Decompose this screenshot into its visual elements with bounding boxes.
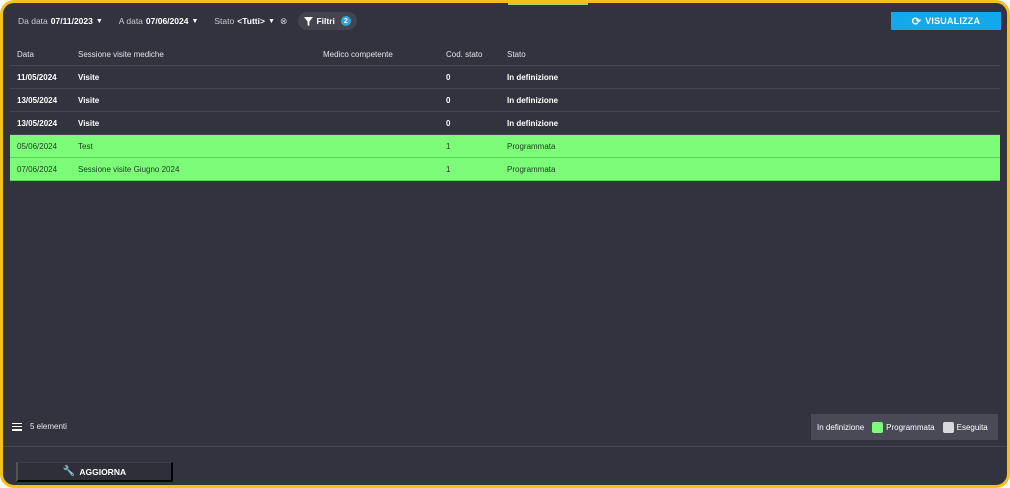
table-row[interactable]: 13/05/2024 Visite 0 In definizione: [10, 89, 1000, 112]
header-cod-stato[interactable]: Cod. stato: [439, 50, 500, 59]
header-medico[interactable]: Medico competente: [316, 50, 439, 59]
cell-session: Visite: [78, 72, 100, 82]
legend-item-eseguita: Eseguita: [942, 421, 988, 433]
menu-icon[interactable]: [12, 422, 22, 431]
cell-status: Programmata: [507, 164, 556, 174]
cell-status: Programmata: [507, 141, 556, 151]
table-row[interactable]: 11/05/2024 Visite 0 In definizione: [10, 66, 1000, 89]
cell-status: In definizione: [507, 95, 559, 105]
legend-label: In definizione: [817, 422, 865, 432]
from-date-label: Da data: [18, 16, 48, 26]
status-filter[interactable]: Stato <Tutti> ▼ ⊗: [209, 12, 292, 30]
legend-swatch: [942, 421, 954, 433]
cell-code: 0: [446, 118, 451, 128]
to-date-label: A data: [118, 16, 143, 26]
wrench-icon: 🔧: [62, 466, 76, 477]
cell-session: Test: [78, 141, 93, 151]
cell-code: 0: [446, 72, 451, 82]
clear-icon[interactable]: ⊗: [280, 16, 288, 27]
refresh-icon: ⟳: [911, 15, 922, 28]
cell-date: 07/06/2024: [17, 164, 58, 174]
table-row[interactable]: 13/05/2024 Visite 0 In definizione: [10, 112, 1000, 135]
cell-session: Visite: [78, 118, 100, 128]
chevron-down-icon: ▼: [267, 17, 275, 25]
from-date-value: 07/11/2023: [50, 16, 93, 26]
cell-code: 1: [446, 164, 451, 174]
cell-session: Sessione visite Giugno 2024: [78, 164, 180, 174]
legend-item-programmata: Programmata: [872, 421, 935, 433]
filters-count-badge: 2: [340, 16, 351, 26]
funnel-icon: [304, 16, 314, 26]
status-filter-value: <Tutti>: [237, 16, 265, 26]
status-legend: In definizione Programmata Eseguita: [811, 414, 998, 440]
app-window: Da data 07/11/2023 ▼ A data 07/06/2024 ▼…: [0, 0, 1010, 488]
table-footer: 5 elementi In definizione Programmata Es…: [3, 413, 1007, 447]
header-stato[interactable]: Stato: [500, 50, 1000, 59]
visualizza-button[interactable]: ⟳ VISUALIZZA: [891, 12, 1001, 30]
cell-session: Visite: [78, 95, 100, 105]
filters-button[interactable]: Filtri 2: [298, 12, 357, 30]
cell-code: 0: [446, 95, 451, 105]
aggiorna-label: AGGIORNA: [79, 466, 127, 477]
to-date-value: 07/06/2024: [145, 16, 189, 26]
legend-item-in-definizione: In definizione: [817, 423, 864, 432]
cell-date: 13/05/2024: [17, 95, 58, 105]
table-header: Data Sessione visite mediche Medico comp…: [10, 43, 1000, 66]
filter-bar: Da data 07/11/2023 ▼ A data 07/06/2024 ▼…: [13, 12, 357, 30]
chevron-down-icon: ▼: [191, 17, 199, 25]
cell-date: 05/06/2024: [17, 141, 58, 151]
legend-label: Eseguita: [956, 422, 988, 432]
cell-code: 1: [446, 141, 451, 151]
header-sessione[interactable]: Sessione visite mediche: [71, 50, 316, 59]
table-row[interactable]: 05/06/2024 Test 1 Programmata: [10, 135, 1000, 158]
record-count: 5 elementi: [12, 422, 67, 431]
from-date-filter[interactable]: Da data 07/11/2023 ▼: [13, 12, 108, 30]
status-filter-label: Stato: [214, 16, 235, 26]
cell-date: 11/05/2024: [17, 72, 57, 82]
header-data[interactable]: Data: [10, 50, 71, 59]
filters-label: Filtri: [316, 16, 335, 26]
aggiorna-button[interactable]: 🔧 AGGIORNA: [16, 462, 173, 482]
to-date-filter[interactable]: A data 07/06/2024 ▼: [114, 12, 204, 30]
table-row[interactable]: 07/06/2024 Sessione visite Giugno 2024 1…: [10, 158, 1000, 181]
cell-date: 13/05/2024: [17, 118, 58, 128]
top-accent-bar: [508, 3, 588, 5]
cell-status: In definizione: [507, 118, 559, 128]
chevron-down-icon: ▼: [95, 17, 103, 25]
record-count-label: 5 elementi: [30, 422, 67, 431]
legend-label: Programmata: [886, 422, 935, 432]
sessions-table: Data Sessione visite mediche Medico comp…: [10, 43, 1000, 181]
cell-status: In definizione: [507, 72, 559, 82]
legend-swatch: [872, 421, 884, 433]
visualizza-label: VISUALIZZA: [925, 16, 981, 26]
